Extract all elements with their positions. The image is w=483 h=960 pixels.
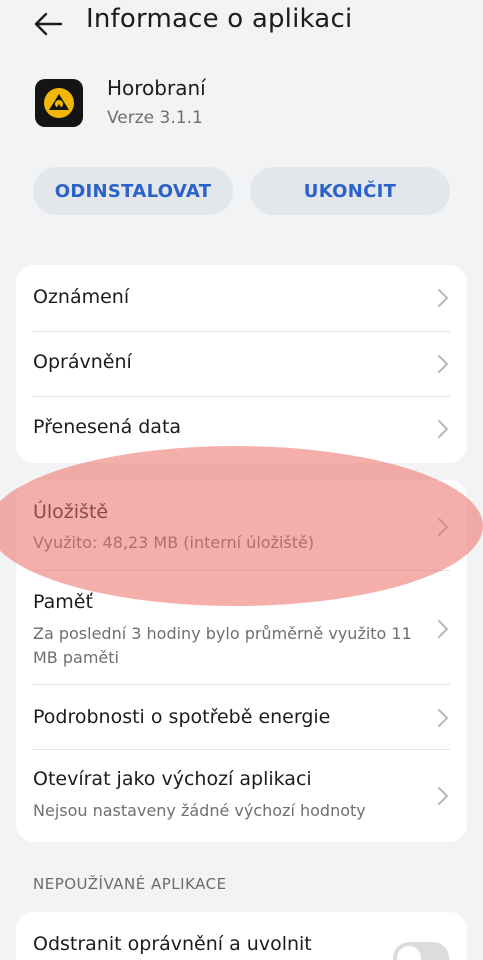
arrow-left-icon: [34, 12, 63, 36]
unused-apps-section-header: NEPOUŽÍVANÉ APLIKACE: [33, 875, 227, 893]
chevron-right-icon: [438, 709, 448, 727]
chevron-right-icon: [438, 289, 448, 307]
remove-permissions-item[interactable]: Odstranit oprávnění a uvolnit: [16, 912, 467, 960]
chevron-right-icon: [438, 620, 448, 638]
memory-label: Paměť: [33, 591, 93, 613]
energy-details-label: Podrobnosti o spotřebě energie: [33, 706, 331, 728]
storage-item[interactable]: Úložiště Využito: 48,23 MB (interní úlož…: [16, 480, 467, 570]
chevron-right-icon: [438, 518, 448, 536]
remove-permissions-label: Odstranit oprávnění a uvolnit: [33, 933, 312, 955]
storage-usage-text: Využito: 48,23 MB (interní úložiště): [33, 533, 315, 552]
page-title: Informace o aplikaci: [86, 4, 353, 34]
settings-card-general: Oznámení Oprávnění Přenesená data: [16, 265, 467, 463]
energy-details-item[interactable]: Podrobnosti o spotřebě energie: [16, 685, 467, 749]
open-by-default-label: Otevírat jako výchozí aplikaci: [33, 768, 312, 790]
memory-item[interactable]: Paměť Za poslední 3 hodiny bylo průměrně…: [16, 571, 467, 684]
app-icon: [35, 79, 83, 127]
force-stop-button[interactable]: UKONČIT: [250, 167, 450, 215]
uninstall-button[interactable]: ODINSTALOVAT: [33, 167, 233, 215]
chevron-right-icon: [438, 420, 448, 438]
settings-card-resources: Úložiště Využito: 48,23 MB (interní úlož…: [16, 480, 467, 842]
memory-usage-text: Za poslední 3 hodiny bylo průměrně využi…: [33, 624, 412, 667]
open-by-default-status: Nejsou nastaveny žádné výchozí hodnoty: [33, 801, 366, 820]
remove-permissions-toggle[interactable]: [393, 942, 449, 960]
data-usage-label: Přenesená data: [33, 416, 182, 438]
permissions-label: Oprávnění: [33, 351, 132, 373]
data-usage-item[interactable]: Přenesená data: [16, 397, 467, 463]
open-by-default-item[interactable]: Otevírat jako výchozí aplikaci Nejsou na…: [16, 750, 467, 842]
app-version: Verze 3.1.1: [107, 108, 203, 128]
toggle-knob: [397, 946, 421, 960]
chevron-right-icon: [438, 787, 448, 805]
header: Informace o aplikaci: [0, 0, 483, 48]
permissions-item[interactable]: Oprávnění: [16, 332, 467, 396]
storage-label: Úložiště: [33, 501, 109, 523]
mushroom-logo-icon: [44, 88, 74, 118]
notifications-item[interactable]: Oznámení: [16, 265, 467, 331]
app-info-screen: Informace o aplikaci Horobraní Verze 3.1…: [0, 0, 483, 960]
back-button[interactable]: [30, 6, 66, 42]
notifications-label: Oznámení: [33, 286, 130, 308]
settings-card-unused: Odstranit oprávnění a uvolnit: [16, 912, 467, 960]
app-name: Horobraní: [107, 76, 206, 100]
chevron-right-icon: [438, 355, 448, 373]
